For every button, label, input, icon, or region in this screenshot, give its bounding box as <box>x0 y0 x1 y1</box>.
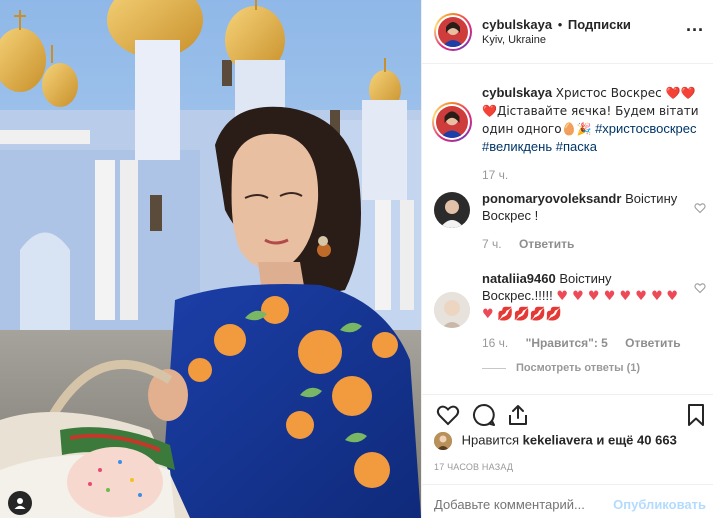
caption-text-a: Христос Воскрес ❤️❤️ <box>555 86 696 100</box>
hashtag-link[interactable]: #великдень <box>482 139 552 154</box>
like-comment-icon[interactable] <box>694 202 706 214</box>
comment-icon[interactable] <box>472 403 496 427</box>
like-icon[interactable] <box>436 403 460 427</box>
comment-username[interactable]: ponomaryovoleksandr <box>482 191 621 206</box>
comment-time[interactable]: 16 ч. <box>482 336 508 350</box>
action-bar <box>422 394 713 434</box>
replies-divider <box>482 367 506 369</box>
like-comment-icon[interactable] <box>694 282 706 294</box>
view-replies-button[interactable]: Посмотреть ответы (1) <box>482 362 640 374</box>
reply-button[interactable]: Ответить <box>519 237 574 251</box>
post-photo[interactable] <box>0 0 421 518</box>
comment-likes[interactable]: "Нравится": 5 <box>526 336 608 350</box>
following-button[interactable]: Подписки <box>568 17 631 32</box>
comment-meta: 7 ч. Ответить <box>482 236 682 253</box>
add-comment-bar: Опубликовать <box>422 484 713 518</box>
comments-list: cybulskaya Христос Воскрес ❤️❤️ ❤️Дістав… <box>422 64 713 394</box>
caption-username[interactable]: cybulskaya <box>482 85 552 100</box>
header-title-line: cybulskaya • Подписки <box>482 17 631 32</box>
post-header: cybulskaya • Подписки Kyiv, Ukraine ··· <box>422 0 713 64</box>
comment-meta: 16 ч. "Нравится": 5 Ответить <box>482 335 682 352</box>
instagram-post: cybulskaya • Подписки Kyiv, Ukraine ··· … <box>0 0 713 518</box>
author-username[interactable]: cybulskaya <box>482 17 552 32</box>
comment-lips: 💋💋💋💋 <box>497 307 563 322</box>
comment-username[interactable]: nataliia9460 <box>482 271 556 286</box>
comment-time[interactable]: 7 ч. <box>482 237 502 251</box>
post-time[interactable]: 17 ЧАСОВ НАЗАД <box>434 462 513 472</box>
reply-button[interactable]: Ответить <box>625 336 680 350</box>
view-replies-label: Посмотреть ответы (1) <box>516 362 641 374</box>
comment-avatar[interactable] <box>434 192 470 228</box>
more-options-icon[interactable]: ··· <box>686 20 704 41</box>
caption-avatar[interactable] <box>432 102 472 142</box>
comment-avatar[interactable] <box>434 292 470 328</box>
comment-input[interactable] <box>434 497 614 512</box>
liker-username[interactable]: kekeliavera <box>523 432 593 447</box>
likes-count[interactable]: 40 663 <box>637 432 677 447</box>
caption-body: cybulskaya Христос Воскрес ❤️❤️ ❤️Дістав… <box>482 84 704 184</box>
caption-time[interactable]: 17 ч. <box>482 168 508 182</box>
likes-suffix: и ещё <box>596 432 634 448</box>
share-icon[interactable] <box>506 403 530 427</box>
comment-body: ponomaryovoleksandr Воістину Воскрес ! 7… <box>482 190 682 253</box>
liker-avatar[interactable] <box>434 432 452 450</box>
bookmark-icon[interactable] <box>684 403 708 427</box>
avatar[interactable] <box>434 13 472 51</box>
publish-button[interactable]: Опубликовать <box>613 497 706 512</box>
caption-meta: 17 ч. <box>482 167 704 184</box>
tagged-user-icon[interactable] <box>8 491 32 515</box>
post-location[interactable]: Kyiv, Ukraine <box>482 34 546 46</box>
post-side-panel: cybulskaya • Подписки Kyiv, Ukraine ··· … <box>421 0 713 518</box>
likes-summary[interactable]: Нравится kekeliavera и ещё 40 663 <box>434 432 677 450</box>
hashtag-link[interactable]: #паска <box>556 139 597 154</box>
hashtag-link[interactable]: #христосвоскрес <box>595 121 696 136</box>
comment-body: nataliia9460 Воістину Воскрес.!!!!! ♥ ♥ … <box>482 270 682 352</box>
likes-prefix: Нравится <box>461 432 519 448</box>
separator-dot: • <box>557 17 563 32</box>
comment-hearts: ♥ ♥ ♥ ♥ ♥ ♥ ♥ <box>556 289 663 304</box>
